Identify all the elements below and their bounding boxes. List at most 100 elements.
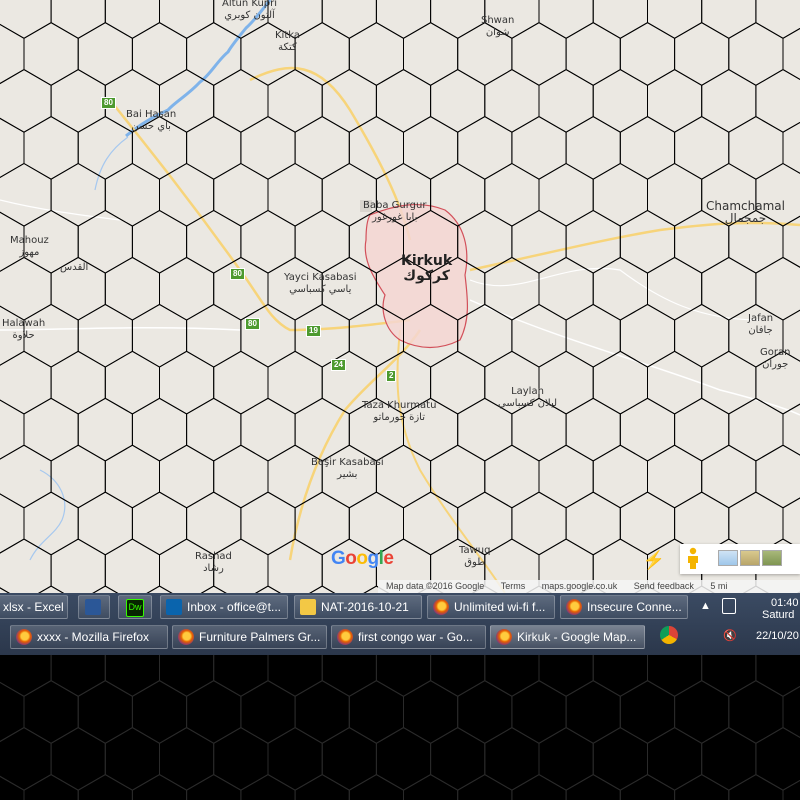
hex-cell — [782, 779, 800, 800]
hex-cell — [267, 538, 323, 593]
hex-cell — [77, 774, 133, 800]
firefox-icon — [178, 629, 194, 645]
terms-link[interactable]: Terms — [501, 581, 526, 591]
hex-cell — [375, 727, 432, 791]
hex-cell — [728, 22, 784, 86]
place-label-laylan: Laylan ليلان كسباسي — [498, 386, 558, 409]
hex-cell — [728, 774, 784, 800]
hex-cell — [213, 350, 269, 415]
hex-cell — [186, 209, 242, 274]
hex-cell — [701, 655, 757, 697]
taskbar-row-1: xlsx - Excel Dw Inbox - office@t... NAT-… — [0, 593, 800, 621]
tray-device-icon[interactable] — [722, 598, 736, 614]
map-thumbnail[interactable] — [718, 550, 738, 566]
satellite-thumbnail[interactable] — [762, 550, 782, 566]
place-label-altun-kupri: Altun Kupri آلتون كوبري — [222, 0, 278, 21]
hex-cell — [267, 727, 323, 791]
hex-cell — [294, 209, 350, 274]
hex-cell — [755, 444, 800, 509]
place-label-chamchamal: Chamchamal جمجمال — [706, 199, 785, 225]
send-feedback-link[interactable]: Send feedback — [634, 581, 694, 591]
hex-cell — [321, 655, 377, 697]
hex-grid-dark — [0, 655, 800, 800]
hex-cell — [430, 727, 486, 791]
place-label-goran: Goran جوران — [760, 347, 791, 370]
taskbar-row-2: xxxx - Mozilla Firefox Furniture Palmers… — [0, 609, 800, 651]
hex-cell — [131, 680, 188, 744]
hex-cell — [511, 209, 567, 274]
hex-cell — [50, 538, 106, 593]
hex-cell — [538, 727, 594, 791]
hex-cell — [457, 116, 513, 180]
hex-cell — [484, 655, 540, 697]
street-view-and-layer-controls[interactable] — [680, 544, 800, 574]
hex-cell — [186, 22, 242, 86]
hex-cell — [403, 680, 459, 744]
place-label-baba-gurgur: Baba Gurgur بابا غورغور — [363, 200, 427, 223]
hex-cell — [430, 0, 486, 39]
taskbar-item-outlook[interactable]: Inbox - office@t... — [160, 595, 288, 619]
hex-cell — [375, 444, 432, 509]
hex-cell — [0, 655, 52, 697]
route-shield-24: 24 — [331, 359, 346, 371]
hex-cell — [240, 397, 296, 462]
hex-cell — [701, 69, 757, 133]
pegman-icon[interactable] — [686, 547, 700, 569]
taskbar-item-dreamweaver[interactable]: Dw — [118, 595, 152, 619]
taskbar-item-ff-furniture[interactable]: Furniture Palmers Gr... — [172, 625, 327, 649]
map-view[interactable]: Altun Kupri آلتون كوبري Kitka كتكة Shwan شو… — [0, 0, 800, 593]
hex-cell — [782, 685, 800, 739]
taskbar-item-ff-kirkuk[interactable]: Kirkuk - Google Map... — [490, 625, 645, 649]
hex-cell — [647, 655, 703, 697]
scale-text: 5 mi — [710, 581, 728, 591]
hex-cell — [131, 397, 188, 462]
chrome-icon[interactable] — [660, 626, 678, 644]
hex-cell — [0, 23, 25, 85]
hex-cell — [159, 727, 215, 791]
hex-cell — [348, 22, 404, 86]
hex-cell — [782, 121, 800, 174]
road-main — [288, 329, 422, 561]
map-attribution: Map data ©2016 Google Terms maps.google.… — [378, 580, 800, 593]
taskbar-item-excel[interactable]: xlsx - Excel — [0, 595, 68, 619]
google-logo[interactable]: Google — [331, 548, 394, 570]
hex-cell — [186, 397, 242, 462]
hex-cell — [619, 491, 676, 556]
hex-cell — [538, 444, 594, 509]
taskbar-item-ff-wifi[interactable]: Unlimited wi-fi f... — [427, 595, 555, 619]
taskbar-item-ff-congo[interactable]: first congo war - Go... — [331, 625, 486, 649]
hex-cell — [77, 22, 133, 86]
dreamweaver-icon: Dw — [126, 599, 144, 617]
hex-cell — [159, 350, 215, 415]
taskbar-item-folder[interactable]: NAT-2016-10-21 — [294, 595, 422, 619]
tray-time[interactable]: 01:40 — [771, 597, 799, 609]
hex-cell — [375, 0, 432, 39]
hex-cell — [348, 774, 404, 800]
taskbar-item-word[interactable] — [78, 595, 110, 619]
hex-cell — [23, 491, 79, 556]
hex-cell — [77, 303, 133, 368]
hex-cell — [430, 655, 486, 697]
hex-cell — [186, 303, 242, 368]
taskbar-item-ff-insecure[interactable]: Insecure Conne... — [560, 595, 688, 619]
map-data-text: Map data ©2016 Google — [386, 581, 485, 591]
hex-cell — [511, 22, 567, 86]
lightning-icon[interactable]: ⚡ — [640, 547, 668, 573]
hex-cell — [240, 209, 296, 274]
hex-cell — [647, 350, 703, 415]
hex-cell — [565, 22, 621, 86]
road-minor — [0, 199, 121, 221]
road-main — [469, 221, 800, 272]
hex-cell — [728, 680, 784, 744]
hex-cell — [213, 655, 269, 697]
terrain-thumbnail[interactable] — [740, 550, 760, 566]
tray-arrow-icon[interactable]: ▲ — [700, 600, 711, 612]
hex-cell — [647, 727, 703, 791]
hex-cell — [592, 655, 648, 697]
hex-cell — [755, 727, 800, 791]
domain-link[interactable]: maps.google.co.uk — [542, 581, 618, 591]
taskbar-item-ff-xxxx[interactable]: xxxx - Mozilla Firefox — [10, 625, 168, 649]
volume-muted-icon[interactable]: 🔇 — [723, 629, 737, 642]
hex-cell — [200, 585, 227, 593]
hex-cell — [186, 680, 242, 744]
